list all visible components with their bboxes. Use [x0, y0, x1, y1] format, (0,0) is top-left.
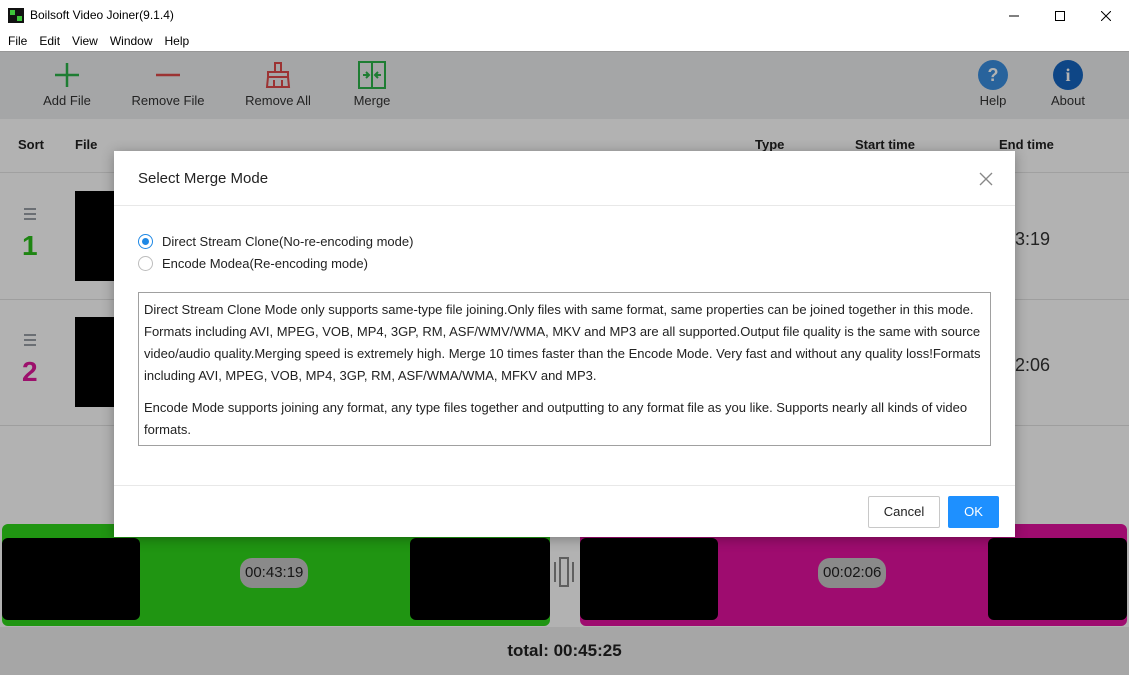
app-logo-icon	[8, 8, 24, 23]
close-icon[interactable]	[976, 169, 996, 189]
description-paragraph: Encode Mode supports joining any format,…	[144, 400, 968, 437]
minimize-button[interactable]	[991, 0, 1037, 31]
divider	[114, 205, 1015, 206]
radio-encode-mode[interactable]: Encode Modea(Re-encoding mode)	[138, 254, 538, 274]
merge-mode-dialog: Select Merge Mode Direct Stream Clone(No…	[114, 151, 1015, 537]
cancel-button[interactable]: Cancel	[868, 496, 940, 528]
menu-file[interactable]: File	[2, 31, 33, 51]
menu-help[interactable]: Help	[159, 31, 196, 51]
description-paragraph: Direct Stream Clone Mode only supports s…	[144, 302, 981, 383]
ok-button[interactable]: OK	[948, 496, 999, 528]
radio-label: Encode Modea(Re-encoding mode)	[162, 256, 368, 271]
minimize-icon	[1009, 15, 1019, 16]
menu-bar: File Edit View Window Help	[0, 31, 1129, 51]
dialog-title: Select Merge Mode	[138, 170, 269, 187]
close-icon	[1101, 10, 1111, 21]
window-title: Boilsoft Video Joiner(9.1.4)	[30, 8, 174, 22]
radio-label: Direct Stream Clone(No-re-encoding mode)	[162, 234, 414, 249]
menu-view[interactable]: View	[66, 31, 104, 51]
divider	[114, 485, 1015, 486]
title-bar: Boilsoft Video Joiner(9.1.4)	[0, 0, 1129, 31]
maximize-icon	[1055, 10, 1065, 21]
menu-window[interactable]: Window	[104, 31, 159, 51]
close-window-button[interactable]	[1083, 0, 1129, 31]
mode-description: Direct Stream Clone Mode only supports s…	[138, 292, 991, 446]
maximize-button[interactable]	[1037, 0, 1083, 31]
radio-button[interactable]	[138, 256, 153, 271]
menu-edit[interactable]: Edit	[33, 31, 66, 51]
radio-direct-stream-clone[interactable]: Direct Stream Clone(No-re-encoding mode)	[138, 232, 538, 252]
radio-button-selected[interactable]	[138, 234, 153, 249]
